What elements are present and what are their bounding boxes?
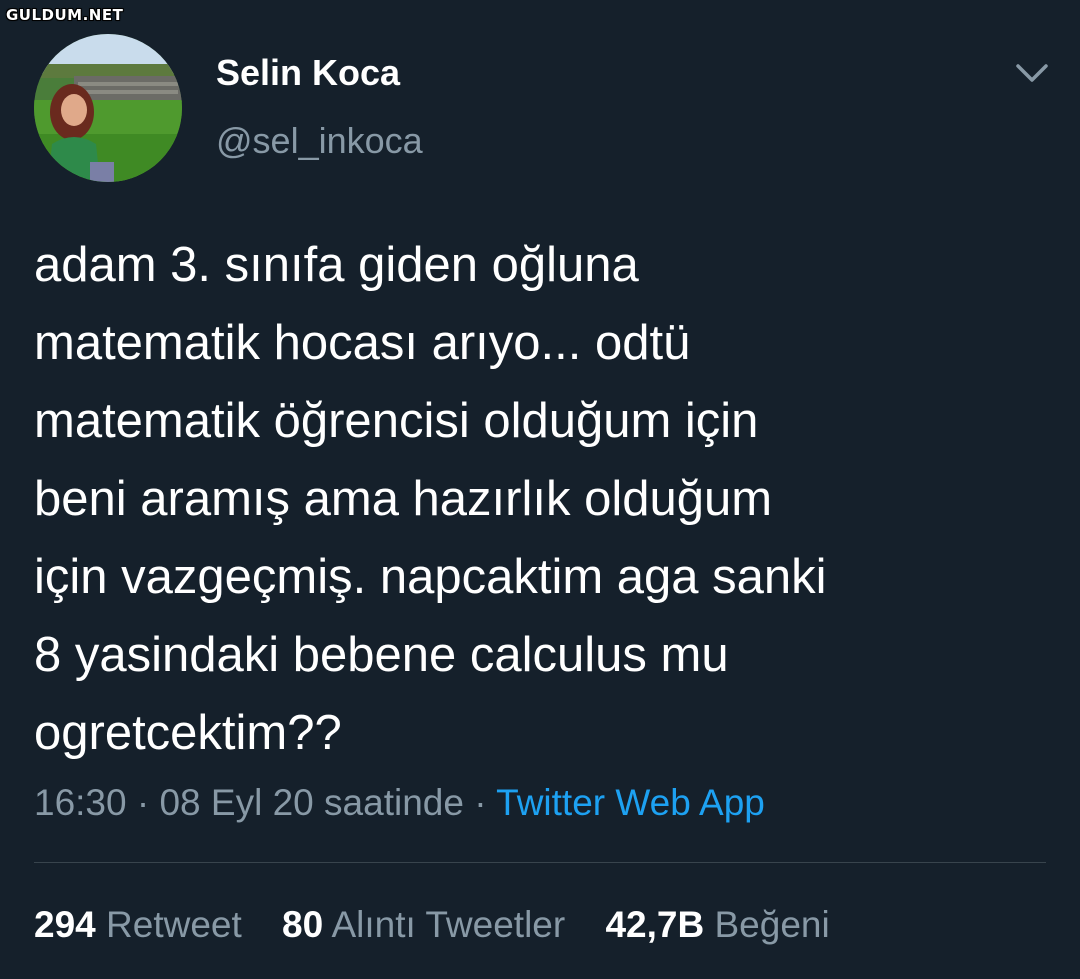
tweet-date[interactable]: 08 Eyl 20 saatinde: [159, 782, 463, 823]
avatar-photo: [34, 34, 182, 182]
meta-separator: ·: [126, 782, 160, 823]
likes-stat[interactable]: 42,7B Beğeni: [605, 904, 829, 946]
quote-tweets-stat[interactable]: 80 Alıntı Tweetler: [282, 904, 565, 946]
quote-tweets-count: 80: [282, 904, 324, 945]
chevron-down-icon[interactable]: [1012, 58, 1052, 88]
quote-tweets-label: Alıntı Tweetler: [331, 904, 566, 945]
retweets-label: Retweet: [106, 904, 242, 945]
watermark: GULDUM.NET: [6, 6, 124, 24]
author-handle[interactable]: @sel_inkoca: [216, 120, 423, 162]
divider: [34, 862, 1046, 863]
avatar[interactable]: [34, 34, 182, 182]
likes-count: 42,7B: [605, 904, 705, 945]
tweet-meta: 16:30 · 08 Eyl 20 saatinde · Twitter Web…: [34, 782, 765, 824]
retweets-stat[interactable]: 294 Retweet: [34, 904, 242, 946]
tweet-text: adam 3. sınıfa giden oğluna matematik ho…: [34, 238, 827, 760]
author-display-name[interactable]: Selin Koca: [216, 52, 400, 94]
retweets-count: 294: [34, 904, 96, 945]
tweet-source-link[interactable]: Twitter Web App: [496, 782, 765, 823]
likes-label: Beğeni: [714, 904, 830, 945]
tweet-stats: 294 Retweet 80 Alıntı Tweetler 42,7B Beğ…: [34, 904, 860, 946]
meta-separator: ·: [463, 782, 497, 823]
tweet-time: 16:30: [34, 782, 127, 823]
